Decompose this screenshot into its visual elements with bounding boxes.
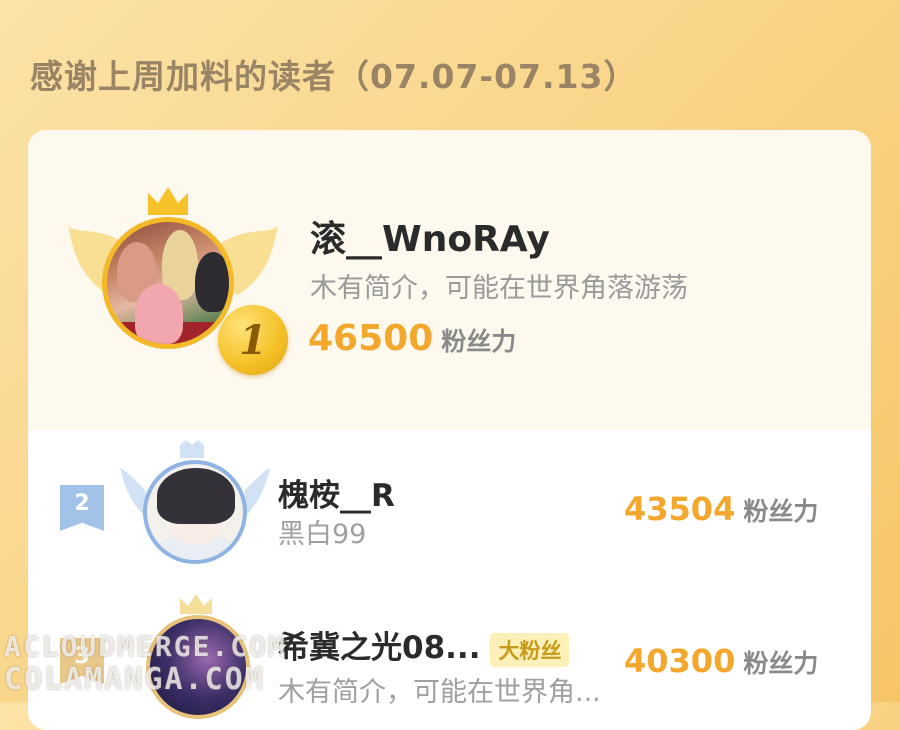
fan-power-unit: 粉丝力: [743, 649, 819, 678]
page-title: 感谢上周加料的读者（07.07-07.13）: [30, 57, 638, 96]
big-fan-tag: 大粉丝: [490, 632, 570, 667]
rank-1-badge: 1: [218, 305, 288, 375]
avatar[interactable]: [102, 217, 234, 349]
rank-3-crown-icon: [180, 594, 212, 614]
fan-power-unit: 粉丝力: [441, 327, 517, 356]
rank-2-username[interactable]: 槐桉__R: [278, 470, 395, 515]
rank-1-avatar-group[interactable]: 1: [68, 185, 288, 375]
top-reader-section[interactable]: 1 滚__WnoRAy 木有简介，可能在世界角落游荡 46500 粉丝力: [28, 130, 871, 430]
rank-1-bio: 木有简介，可能在世界角落游荡: [310, 273, 688, 304]
avatar[interactable]: [143, 460, 247, 564]
crown-icon: [148, 187, 188, 215]
fan-power-value: 43504: [624, 490, 736, 528]
rank-3-fan-power: 40300 粉丝力: [624, 642, 818, 680]
watermark-line-1: ACLOUDMERGE.COM: [4, 630, 287, 663]
rank-1-username[interactable]: 滚__WnoRAy: [310, 210, 550, 262]
rank-2-badge: 2: [60, 485, 104, 531]
rank-2-fan-power: 43504 粉丝力: [624, 490, 818, 528]
watermark-line-2: COLAMANGA.COM: [4, 662, 265, 697]
rank-1-fan-power: 46500 粉丝力: [308, 318, 516, 359]
rank-3-username[interactable]: 希冀之光08...: [278, 630, 480, 666]
rank-2-bio: 黑白99: [278, 519, 367, 550]
fan-power-value: 46500: [308, 318, 434, 359]
fan-power-value: 40300: [624, 642, 736, 680]
rank-3-bio: 木有简介，可能在世界角...: [278, 677, 601, 708]
rank-3-username-row: 希冀之光08... 大粉丝: [278, 622, 570, 667]
fan-power-unit: 粉丝力: [743, 497, 819, 526]
